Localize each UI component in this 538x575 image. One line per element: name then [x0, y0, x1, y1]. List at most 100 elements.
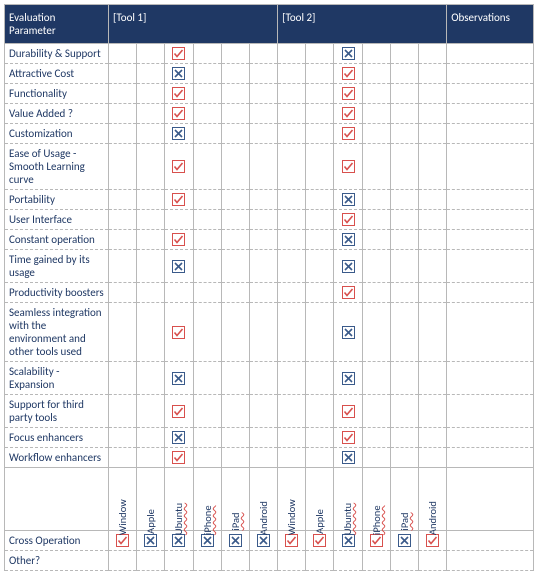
tool1-cell: [193, 551, 221, 571]
cross-icon: [201, 534, 214, 547]
evaluation-table: Evaluation Parameter [Tool 1] [Tool 2] O…: [4, 4, 534, 571]
tool1-cell: [137, 190, 165, 210]
table-row: User Interface: [5, 210, 534, 230]
tool2-cell: [418, 303, 446, 362]
obs-cell: [447, 44, 534, 64]
tool1-cell: [193, 144, 221, 190]
tool1-cell: [109, 124, 137, 144]
tool2-cell: [390, 190, 418, 210]
tool1-cell: [221, 230, 249, 250]
tool1-cell: [165, 210, 193, 230]
tool1-cell: [221, 44, 249, 64]
tool2-cell: [418, 44, 446, 64]
tool1-cell: [109, 84, 137, 104]
platform-label: Android: [418, 468, 446, 531]
tool2-cell: [334, 64, 362, 84]
tool1-cell: [221, 124, 249, 144]
tool2-cell: [306, 362, 334, 395]
param-label: Durability & Support: [5, 44, 109, 64]
check-icon: [426, 534, 439, 547]
obs-cell: [447, 84, 534, 104]
tool2-cell: [334, 250, 362, 283]
tool1-cell: [109, 283, 137, 303]
tool2-cell: [306, 551, 334, 571]
tool2-cell: [362, 428, 390, 448]
tool1-cell: [165, 428, 193, 448]
param-label: Cross Operation: [5, 531, 109, 551]
tool1-cell: [137, 144, 165, 190]
tool1-cell: [221, 64, 249, 84]
tool1-cell: [193, 210, 221, 230]
param-label: Other?: [5, 551, 109, 571]
obs-cell: [447, 395, 534, 428]
tool2-cell: [362, 230, 390, 250]
tool1-cell: [109, 64, 137, 84]
tool2-cell: [306, 44, 334, 64]
tool1-cell: [137, 44, 165, 64]
check-icon: [342, 107, 355, 120]
tool1-cell: [221, 362, 249, 395]
tool1-cell: [193, 395, 221, 428]
tool2-cell: [390, 250, 418, 283]
check-icon: [342, 160, 355, 173]
obs-cell: [447, 124, 534, 144]
tool1-cell: [221, 395, 249, 428]
tool2-cell: [278, 362, 306, 395]
tool2-cell: [334, 362, 362, 395]
platform-header-row: WindowAppleUbuntuiPhoneiPadAndroidWindow…: [5, 468, 534, 531]
tool2-cell: [334, 44, 362, 64]
tool2-cell: [362, 84, 390, 104]
tool1-cell: [249, 190, 277, 210]
check-icon: [172, 451, 185, 464]
check-icon: [172, 233, 185, 246]
param-label: Workflow enhancers: [5, 448, 109, 468]
table-row-other: Other?: [5, 551, 534, 571]
tool1-cell: [193, 250, 221, 283]
tool1-cell: [193, 44, 221, 64]
table-row: Constant operation: [5, 230, 534, 250]
tool1-cell: [193, 362, 221, 395]
param-label: Seamless integration with the environmen…: [5, 303, 109, 362]
tool2-cell: [278, 124, 306, 144]
tool2-cell: [418, 84, 446, 104]
tool1-cell: [193, 84, 221, 104]
tool1-cell: [165, 362, 193, 395]
cross-icon: [342, 534, 355, 547]
tool2-cell: [362, 144, 390, 190]
tool1-cell: [137, 124, 165, 144]
tool1-cell: [137, 104, 165, 124]
cross-icon: [172, 67, 185, 80]
cross-icon: [342, 372, 355, 385]
tool1-cell: [165, 395, 193, 428]
tool1-cell: [249, 448, 277, 468]
tool1-cell: [137, 210, 165, 230]
tool2-cell: [278, 190, 306, 210]
tool1-cell: [249, 283, 277, 303]
table-row: Seamless integration with the environmen…: [5, 303, 534, 362]
tool2-cell: [390, 124, 418, 144]
obs-cell: [447, 531, 534, 551]
tool2-cell: [418, 230, 446, 250]
tool1-cell: [165, 303, 193, 362]
cross-icon: [144, 534, 157, 547]
tool1-cell: [249, 362, 277, 395]
obs-cell: [447, 190, 534, 210]
tool2-cell: [278, 84, 306, 104]
tool1-cell: [109, 210, 137, 230]
tool1-cell: [137, 84, 165, 104]
tool2-cell: [362, 190, 390, 210]
tool1-cell: [165, 283, 193, 303]
check-icon: [116, 534, 129, 547]
tool2-cell: [362, 395, 390, 428]
tool2-cell: [390, 551, 418, 571]
tool2-cell: [390, 104, 418, 124]
tool2-cell: [306, 230, 334, 250]
header-param: Evaluation Parameter: [5, 5, 109, 44]
table-row: Scalability - Expansion: [5, 362, 534, 395]
obs-cell: [447, 283, 534, 303]
tool2-cell: [334, 283, 362, 303]
platform-label: Window: [278, 468, 306, 531]
tool1-cell: [165, 551, 193, 571]
tool2-cell: [362, 104, 390, 124]
check-icon: [342, 213, 355, 226]
